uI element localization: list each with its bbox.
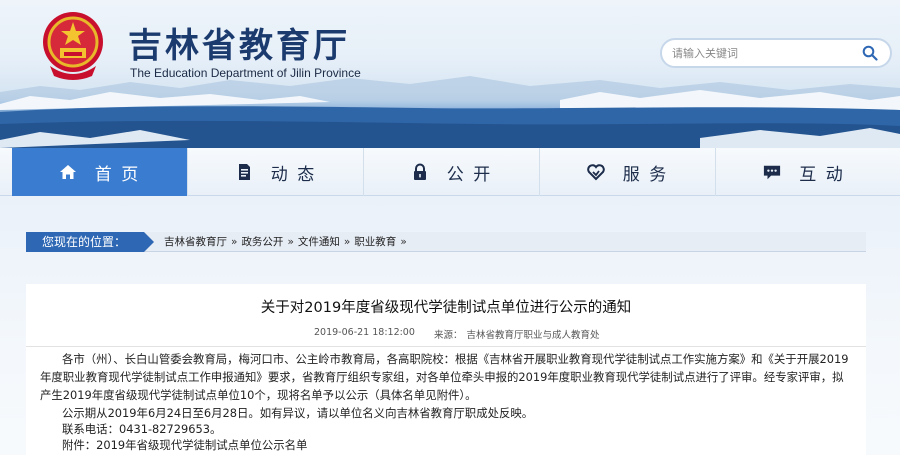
search-button[interactable] bbox=[860, 43, 880, 63]
breadcrumb-label: 您现在的位置： bbox=[26, 231, 154, 252]
breadcrumb-link-notices[interactable]: 文件通知 bbox=[298, 234, 340, 249]
nav-item-interact[interactable]: 互 动 bbox=[716, 148, 892, 196]
breadcrumb-link-gov-affairs[interactable]: 政务公开 bbox=[241, 234, 283, 249]
national-emblem-icon bbox=[43, 12, 103, 80]
article-source: 吉林省教育厅职业与成人教育处 bbox=[466, 330, 600, 341]
site-title: 吉林省教育厅 bbox=[128, 26, 350, 66]
chat-icon bbox=[763, 163, 781, 181]
breadcrumb-trail: 吉林省教育厅 » 政务公开 » 文件通知 » 职业教育 » bbox=[164, 234, 411, 249]
nav-item-label: 动 态 bbox=[270, 164, 317, 185]
article-paragraph: 各市（州）、长白山管委会教育局，梅河口市、公主岭市教育局，各高职院校：根据《吉林… bbox=[40, 352, 849, 402]
breadcrumb-separator: » bbox=[231, 235, 238, 248]
breadcrumb-link-home[interactable]: 吉林省教育厅 bbox=[164, 234, 227, 249]
nav-item-label: 首 页 bbox=[94, 164, 141, 185]
article-meta: 2019-06-21 18:12:00 来源： 吉林省教育厅职业与成人教育处 bbox=[26, 327, 866, 341]
article-source-label: 来源： bbox=[434, 330, 463, 341]
site-subtitle: The Education Department of Jilin Provin… bbox=[130, 66, 361, 80]
article-title: 关于对2019年度省级现代学徒制试点单位进行公示的通知 bbox=[260, 300, 632, 316]
nav-item-news[interactable]: 动 态 bbox=[188, 148, 364, 196]
attachment-link[interactable]: 附件：2019年省级现代学徒制试点单位公示名单 bbox=[40, 436, 852, 454]
breadcrumb-separator: » bbox=[287, 235, 294, 248]
search-icon bbox=[862, 45, 878, 61]
article-date: 2019-06-21 18:12:00 bbox=[314, 327, 415, 338]
site-header: 吉林省教育厅 The Education Department of Jilin… bbox=[0, 0, 900, 148]
nav-item-label: 互 动 bbox=[799, 164, 845, 185]
handshake-heart-icon bbox=[587, 163, 605, 181]
home-icon bbox=[59, 163, 77, 181]
article-panel: 关于对2019年度省级现代学徒制试点单位进行公示的通知 2019-06-21 1… bbox=[26, 284, 866, 455]
document-icon bbox=[235, 163, 253, 181]
nav-item-home[interactable]: 首 页 bbox=[12, 148, 188, 196]
main-nav: 首 页 动 态 公 开 服 务 互 动 bbox=[0, 148, 900, 196]
breadcrumb: 您现在的位置： 吉林省教育厅 » 政务公开 » 文件通知 » 职业教育 » bbox=[26, 231, 866, 252]
search-box bbox=[660, 38, 892, 68]
breadcrumb-separator: » bbox=[400, 235, 407, 248]
nav-item-label: 公 开 bbox=[446, 164, 493, 185]
lock-icon bbox=[411, 163, 429, 181]
divider bbox=[26, 346, 866, 347]
nav-item-open[interactable]: 公 开 bbox=[364, 148, 540, 196]
breadcrumb-separator: » bbox=[343, 235, 351, 248]
search-input[interactable] bbox=[672, 46, 860, 60]
nav-item-label: 服 务 bbox=[622, 164, 669, 185]
nav-item-service[interactable]: 服 务 bbox=[540, 148, 716, 196]
breadcrumb-link-vocational[interactable]: 职业教育 bbox=[354, 234, 396, 249]
